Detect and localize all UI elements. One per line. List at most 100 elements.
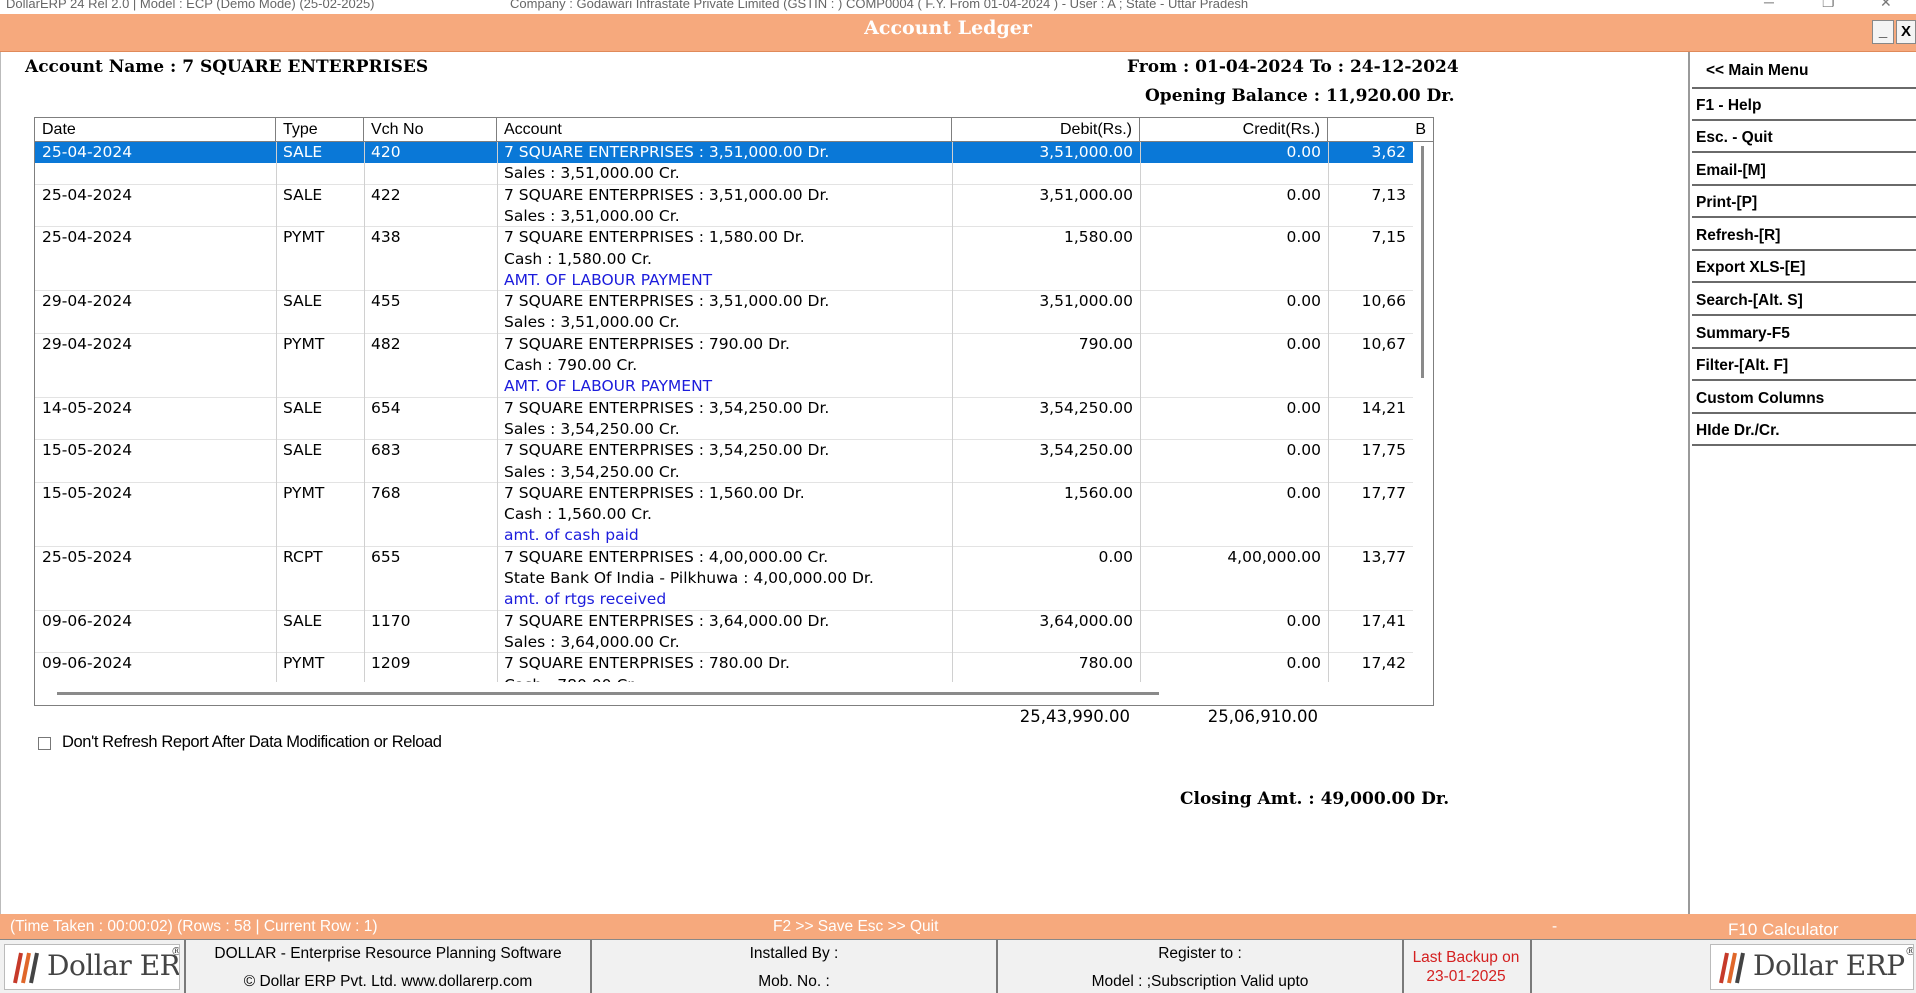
table-cell-credit[interactable]: 0.00	[1140, 142, 1328, 163]
os-close-icon[interactable]: ✕	[1880, 0, 1892, 11]
table-cell-debit[interactable]: 1,560.00	[952, 483, 1140, 504]
export-xls-button[interactable]: Export XLS-[E]	[1692, 253, 1916, 283]
col-date-header[interactable]: Date	[35, 118, 276, 142]
table-cell-balance[interactable]: 14,21	[1328, 398, 1413, 419]
search-button[interactable]: Search-[Alt. S]	[1692, 286, 1916, 316]
table-cell-credit[interactable]: 0.00	[1140, 291, 1328, 312]
table-cell-vch[interactable]: 1170	[364, 611, 497, 632]
account-entry[interactable]: 7 SQUARE ENTERPRISES : 1,560.00 Dr.	[497, 483, 952, 504]
contra-entry[interactable]: Sales : 3,51,000.00 Cr.	[497, 163, 952, 184]
table-cell-balance[interactable]: 17,41	[1328, 611, 1413, 632]
contra-entry[interactable]: Sales : 3,64,000.00 Cr.	[497, 632, 952, 653]
table-cell-vch[interactable]: 655	[364, 547, 497, 568]
account-entry[interactable]: 7 SQUARE ENTERPRISES : 3,54,250.00 Dr.	[497, 440, 952, 461]
table-cell-vch[interactable]: 422	[364, 185, 497, 206]
table-cell-date[interactable]: 15-05-2024	[35, 440, 276, 461]
hide-dr-cr-button[interactable]: HIde Dr./Cr.	[1692, 416, 1916, 446]
table-cell-type[interactable]: SALE	[276, 440, 364, 461]
summary-button[interactable]: Summary-F5	[1692, 319, 1916, 349]
table-cell-type[interactable]: SALE	[276, 185, 364, 206]
account-entry[interactable]: 7 SQUARE ENTERPRISES : 1,580.00 Dr.	[497, 227, 952, 248]
os-minimize-icon[interactable]: ─	[1764, 0, 1774, 10]
table-cell-debit[interactable]: 3,51,000.00	[952, 142, 1140, 163]
table-cell-debit[interactable]: 1,580.00	[952, 227, 1140, 248]
table-cell-date[interactable]: 09-06-2024	[35, 653, 276, 674]
table-cell-type[interactable]: SALE	[276, 398, 364, 419]
account-entry[interactable]: 7 SQUARE ENTERPRISES : 3,54,250.00 Dr.	[497, 398, 952, 419]
table-cell-balance[interactable]: 7,13	[1328, 185, 1413, 206]
table-cell-balance[interactable]: 10,67	[1328, 334, 1413, 355]
table-cell-debit[interactable]: 3,54,250.00	[952, 440, 1140, 461]
no-refresh-label[interactable]: Don't Refresh Report After Data Modifica…	[62, 733, 442, 752]
table-cell-balance[interactable]: 3,62	[1328, 142, 1413, 163]
table-cell-date[interactable]: 14-05-2024	[35, 398, 276, 419]
table-cell-debit[interactable]: 0.00	[952, 547, 1140, 568]
table-cell-vch[interactable]: 768	[364, 483, 497, 504]
table-cell-type[interactable]: RCPT	[276, 547, 364, 568]
table-cell-balance[interactable]: 7,15	[1328, 227, 1413, 248]
table-cell-vch[interactable]: 438	[364, 227, 497, 248]
table-cell-vch[interactable]: 1209	[364, 653, 497, 674]
contra-entry[interactable]: Sales : 3,54,250.00 Cr.	[497, 419, 952, 440]
vertical-scrollbar[interactable]	[1413, 142, 1433, 682]
table-cell-debit[interactable]: 3,51,000.00	[952, 291, 1140, 312]
table-cell-vch[interactable]: 654	[364, 398, 497, 419]
account-entry[interactable]: 7 SQUARE ENTERPRISES : 3,64,000.00 Dr.	[497, 611, 952, 632]
table-cell-date[interactable]: 29-04-2024	[35, 334, 276, 355]
table-cell-date[interactable]: 25-04-2024	[35, 185, 276, 206]
table-cell-type[interactable]: PYMT	[276, 227, 364, 248]
table-cell-credit[interactable]: 0.00	[1140, 227, 1328, 248]
table-cell-credit[interactable]: 0.00	[1140, 653, 1328, 674]
help-button[interactable]: F1 - Help	[1692, 91, 1916, 121]
table-cell-credit[interactable]: 0.00	[1140, 440, 1328, 461]
refresh-button[interactable]: Refresh-[R]	[1692, 221, 1916, 251]
contra-entry[interactable]: Sales : 3,51,000.00 Cr.	[497, 312, 952, 333]
table-cell-balance[interactable]: 17,42	[1328, 653, 1413, 674]
table-cell-credit[interactable]: 0.00	[1140, 611, 1328, 632]
email-button[interactable]: Email-[M]	[1692, 156, 1916, 186]
table-cell-vch[interactable]: 455	[364, 291, 497, 312]
horizontal-scroll-thumb[interactable]	[57, 692, 1159, 695]
table-cell-vch[interactable]: 420	[364, 142, 497, 163]
contra-entry[interactable]: Cash : 1,580.00 Cr.	[497, 249, 952, 270]
account-entry[interactable]: 7 SQUARE ENTERPRISES : 780.00 Dr.	[497, 653, 952, 674]
table-cell-credit[interactable]: 0.00	[1140, 483, 1328, 504]
contra-entry[interactable]: Cash : 790.00 Cr.	[497, 355, 952, 376]
table-cell-type[interactable]: SALE	[276, 291, 364, 312]
horizontal-scrollbar[interactable]	[35, 682, 1433, 705]
table-cell-balance[interactable]: 10,66	[1328, 291, 1413, 312]
table-cell-debit[interactable]: 790.00	[952, 334, 1140, 355]
custom-columns-button[interactable]: Custom Columns	[1692, 384, 1916, 414]
account-entry[interactable]: 7 SQUARE ENTERPRISES : 4,00,000.00 Cr.	[497, 547, 952, 568]
col-debit-header[interactable]: Debit(Rs.)	[952, 118, 1140, 142]
table-cell-type[interactable]: SALE	[276, 142, 364, 163]
table-cell-type[interactable]: PYMT	[276, 653, 364, 674]
table-cell-date[interactable]: 29-04-2024	[35, 291, 276, 312]
narration-text[interactable]: amt. of rtgs received	[497, 589, 952, 610]
narration-text[interactable]: amt. of cash paid	[497, 525, 952, 546]
table-cell-type[interactable]: PYMT	[276, 483, 364, 504]
table-cell-debit[interactable]: 3,51,000.00	[952, 185, 1140, 206]
account-entry[interactable]: 7 SQUARE ENTERPRISES : 790.00 Dr.	[497, 334, 952, 355]
contra-entry[interactable]: Cash : 780.00 Cr.	[497, 675, 952, 683]
narration-text[interactable]: AMT. OF LABOUR PAYMENT	[497, 270, 952, 291]
table-cell-vch[interactable]: 683	[364, 440, 497, 461]
account-entry[interactable]: 7 SQUARE ENTERPRISES : 3,51,000.00 Dr.	[497, 185, 952, 206]
print-button[interactable]: Print-[P]	[1692, 188, 1916, 218]
main-menu-button[interactable]: << Main Menu	[1692, 53, 1916, 89]
table-cell-date[interactable]: 09-06-2024	[35, 611, 276, 632]
table-cell-debit[interactable]: 3,64,000.00	[952, 611, 1140, 632]
vertical-scroll-thumb[interactable]	[1421, 146, 1424, 378]
account-entry[interactable]: 7 SQUARE ENTERPRISES : 3,51,000.00 Dr.	[497, 291, 952, 312]
table-cell-debit[interactable]: 780.00	[952, 653, 1140, 674]
table-cell-balance[interactable]: 17,75	[1328, 440, 1413, 461]
table-cell-balance[interactable]: 17,77	[1328, 483, 1413, 504]
table-cell-debit[interactable]: 3,54,250.00	[952, 398, 1140, 419]
col-balance-header[interactable]: B	[1328, 118, 1433, 142]
narration-text[interactable]: AMT. OF LABOUR PAYMENT	[497, 376, 952, 397]
table-cell-date[interactable]: 25-05-2024	[35, 547, 276, 568]
col-vch-no-header[interactable]: Vch No	[364, 118, 497, 142]
quit-button[interactable]: Esc. - Quit	[1692, 123, 1916, 153]
close-button[interactable]: X	[1896, 20, 1916, 44]
contra-entry[interactable]: Sales : 3,51,000.00 Cr.	[497, 206, 952, 227]
